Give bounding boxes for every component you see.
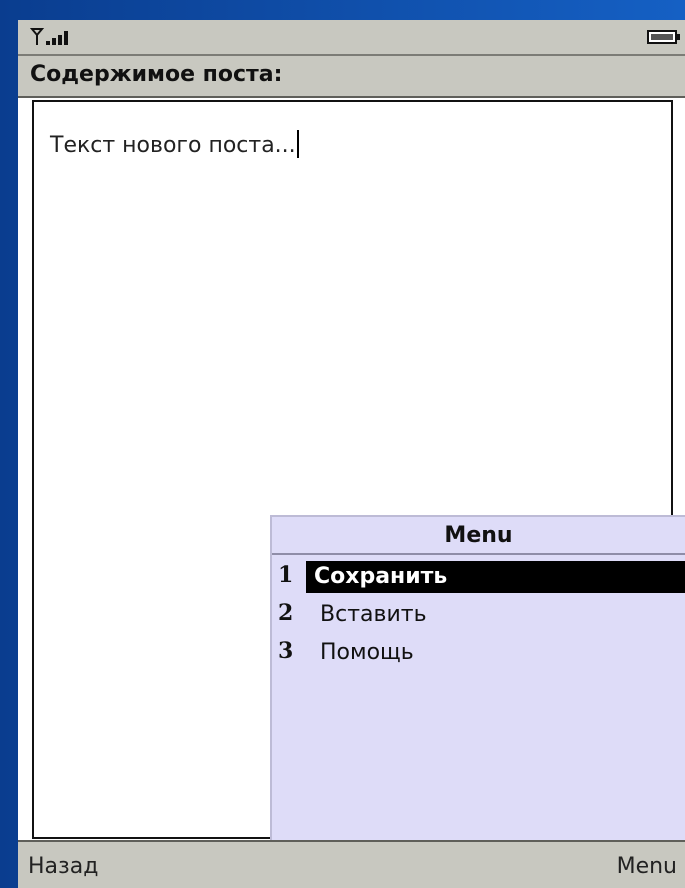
page-title: Содержимое поста:	[30, 62, 283, 87]
back-softkey[interactable]: Назад	[28, 854, 98, 879]
screen-header: Содержимое поста:	[18, 56, 685, 98]
menu-item-help[interactable]: 3 Помощь	[272, 635, 685, 671]
menu-item-number: 3	[278, 638, 294, 664]
menu-item-label: Помощь	[320, 640, 414, 665]
menu-item-number: 1	[278, 562, 294, 588]
menu-title: Menu	[272, 517, 685, 555]
menu-item-label: Сохранить	[306, 561, 685, 593]
phone-screen: Содержимое поста: Текст нового поста... …	[18, 20, 685, 888]
menu-softkey[interactable]: Menu	[617, 854, 677, 879]
status-bar	[18, 20, 685, 56]
menu-item-label: Вставить	[320, 602, 427, 627]
text-caret	[296, 130, 299, 158]
post-text: Текст нового поста...	[50, 130, 299, 158]
signal-strength-icon	[30, 28, 68, 45]
post-text-value: Текст нового поста...	[50, 133, 296, 158]
battery-icon	[647, 30, 680, 44]
softkey-bar: Назад Menu	[18, 840, 685, 888]
menu-item-save[interactable]: 1 Сохранить	[272, 559, 685, 595]
options-menu: Menu 1 Сохранить 2 Вставить 3 Помощь	[270, 515, 685, 841]
menu-item-number: 2	[278, 600, 294, 626]
menu-item-insert[interactable]: 2 Вставить	[272, 597, 685, 633]
